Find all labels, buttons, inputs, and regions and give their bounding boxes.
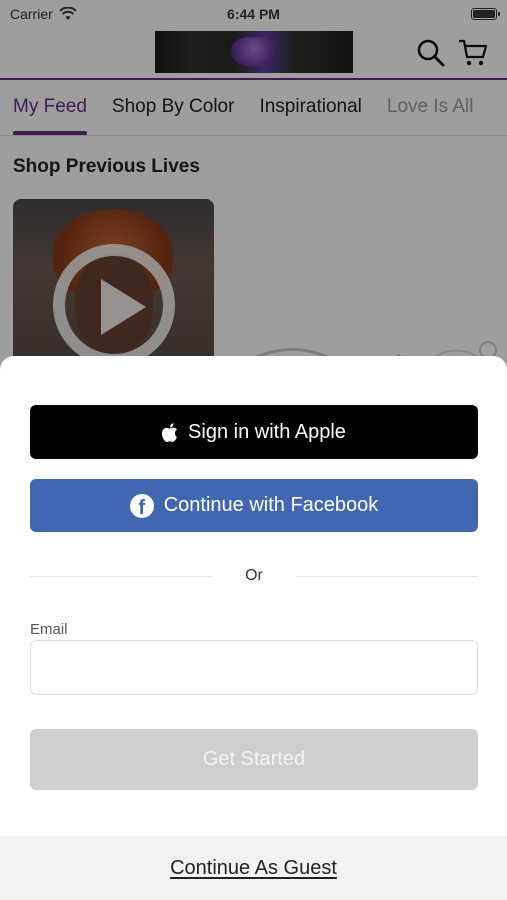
status-bar: Carrier 6:44 PM (0, 0, 507, 28)
or-label: Or (245, 567, 263, 584)
divider-line-right (296, 575, 478, 577)
continue-as-guest-link[interactable]: Continue As Guest (170, 857, 337, 880)
battery-icon (471, 8, 500, 20)
or-divider: Or (30, 567, 478, 585)
email-field[interactable] (30, 640, 478, 695)
divider-line-left (30, 575, 212, 577)
login-sheet: Sign in with Apple f Continue with Faceb… (0, 356, 507, 900)
continue-with-facebook-button[interactable]: f Continue with Facebook (30, 479, 478, 532)
email-label: Email (30, 621, 68, 638)
facebook-button-label: Continue with Facebook (163, 494, 379, 516)
clock: 6:44 PM (227, 6, 280, 22)
apple-icon (162, 422, 178, 442)
guest-bar: Continue As Guest (0, 836, 507, 900)
get-started-button[interactable]: Get Started (30, 729, 478, 790)
sign-in-with-apple-button[interactable]: Sign in with Apple (30, 405, 478, 459)
facebook-icon: f (129, 493, 154, 518)
apple-button-label: Sign in with Apple (188, 420, 346, 443)
